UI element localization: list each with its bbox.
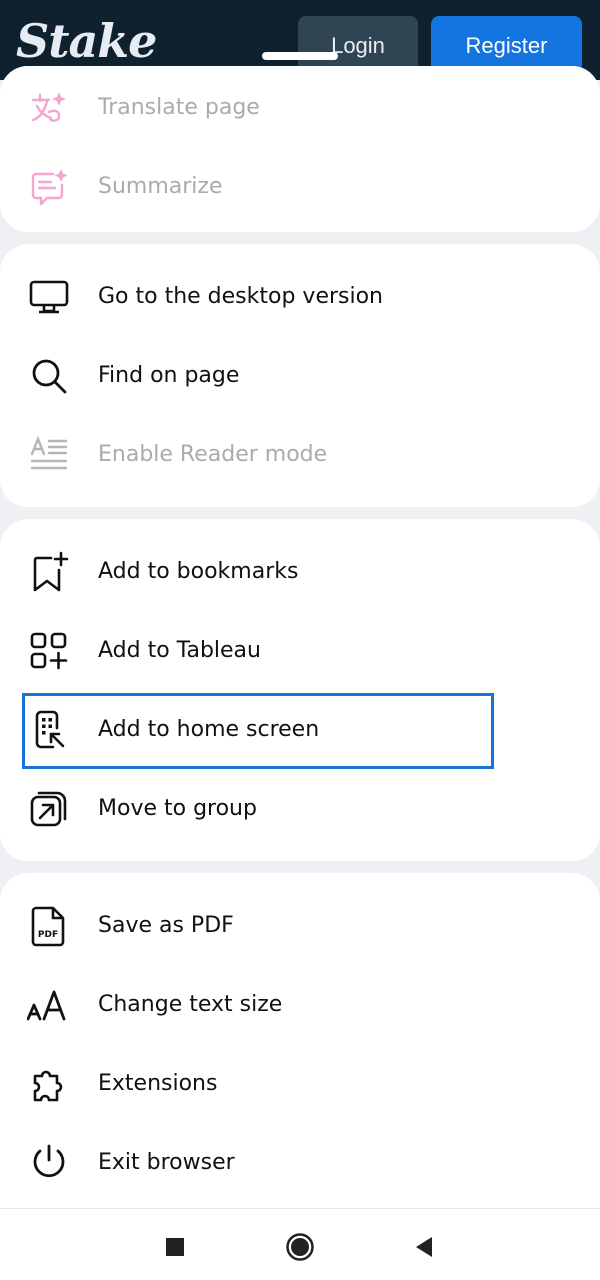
power-icon (26, 1140, 72, 1186)
summarize-sparkle-icon (26, 164, 72, 210)
menu-section-tools: PDF Save as PDF Change text size Extensi… (0, 873, 600, 1208)
menu-item-extensions[interactable]: Extensions (0, 1044, 600, 1123)
menu-item-change-text-size[interactable]: Change text size (0, 965, 600, 1044)
menu-item-label: Exit browser (98, 1150, 235, 1175)
menu-item-label: Summarize (98, 174, 223, 199)
back-triangle-icon[interactable] (406, 1229, 442, 1265)
reader-mode-icon (26, 432, 72, 478)
menu-item-label: Move to group (98, 796, 257, 821)
menu-section-page: Go to the desktop version Find on page E… (0, 244, 600, 507)
pdf-file-icon: PDF (26, 903, 72, 949)
puzzle-extension-icon (26, 1061, 72, 1107)
site-logo: Stake (16, 14, 157, 68)
menu-item-label: Change text size (98, 992, 283, 1017)
menu-item-translate-page[interactable]: Translate page (0, 68, 600, 147)
recents-square-icon[interactable] (157, 1229, 193, 1265)
system-navigation-bar (0, 1208, 600, 1280)
text-size-icon (26, 982, 72, 1028)
menu-section-save: Add to bookmarks Add to Tableau Add to h… (0, 519, 600, 861)
tableau-grid-add-icon (26, 628, 72, 674)
menu-item-save-pdf[interactable]: PDF Save as PDF (0, 886, 600, 965)
menu-item-move-to-group[interactable]: Move to group (0, 769, 600, 848)
menu-item-label: Enable Reader mode (98, 442, 328, 467)
menu-item-desktop-version[interactable]: Go to the desktop version (0, 257, 600, 336)
menu-item-reader-mode[interactable]: Enable Reader mode (0, 415, 600, 494)
menu-item-label: Extensions (98, 1071, 218, 1096)
svg-text:PDF: PDF (38, 930, 58, 940)
move-to-group-icon (26, 786, 72, 832)
menu-item-find-on-page[interactable]: Find on page (0, 336, 600, 415)
home-circle-icon[interactable] (282, 1229, 318, 1265)
sheet-drag-handle[interactable] (262, 52, 338, 60)
search-icon (26, 353, 72, 399)
menu-item-label: Add to bookmarks (98, 559, 299, 584)
menu-item-add-bookmarks[interactable]: Add to bookmarks (0, 532, 600, 611)
menu-item-label: Translate page (98, 95, 260, 120)
menu-item-label: Go to the desktop version (98, 284, 384, 309)
bookmark-add-icon (26, 549, 72, 595)
menu-item-add-home-screen[interactable]: Add to home screen (0, 690, 600, 769)
menu-item-label: Save as PDF (98, 913, 234, 938)
translate-sparkle-icon (26, 85, 72, 131)
menu-item-label: Add to home screen (98, 717, 320, 742)
home-screen-add-icon (26, 707, 72, 753)
menu-item-exit-browser[interactable]: Exit browser (0, 1123, 600, 1202)
desktop-monitor-icon (26, 274, 72, 320)
menu-item-label: Add to Tableau (98, 638, 261, 663)
menu-section-ai: Translate page Summarize (0, 66, 600, 232)
menu-item-label: Find on page (98, 363, 240, 388)
menu-item-add-tableau[interactable]: Add to Tableau (0, 611, 600, 690)
menu-item-summarize[interactable]: Summarize (0, 147, 600, 226)
